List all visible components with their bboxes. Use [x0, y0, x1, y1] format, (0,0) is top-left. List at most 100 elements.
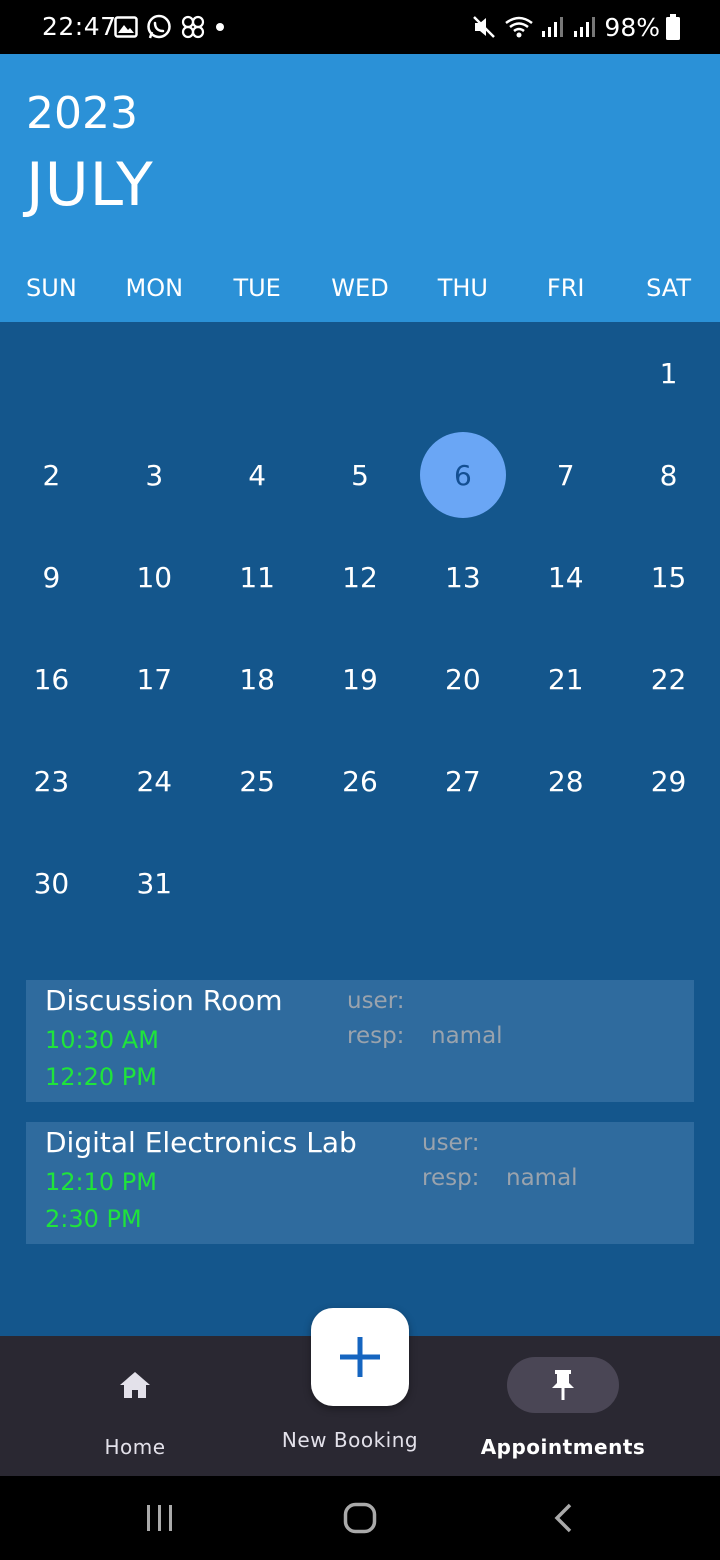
calendar-day[interactable]: 27 [411, 730, 514, 832]
nav-appointments-icon-wrap [507, 1357, 619, 1413]
mute-icon [473, 16, 496, 38]
calendar-day-number: 7 [556, 458, 575, 492]
appointment-title: Discussion Room [45, 984, 283, 1017]
calendar-day-number: 11 [239, 560, 275, 594]
calendar-day[interactable]: 12 [309, 526, 412, 628]
calendar-day[interactable]: 26 [309, 730, 412, 832]
calendar-day[interactable]: 28 [514, 730, 617, 832]
nav-home-icon-wrap [79, 1357, 191, 1413]
battery-percentage: 98% [604, 12, 660, 42]
appointment-resp-label: resp: [347, 1023, 405, 1049]
recents-icon [147, 1505, 172, 1531]
nav-home-label: Home [104, 1435, 166, 1459]
wifi-icon [505, 16, 534, 38]
appointment-resp-value: namal [431, 1023, 503, 1049]
calendar-day[interactable]: 9 [0, 526, 103, 628]
recents-button[interactable] [130, 1496, 190, 1540]
gallery-icon [114, 16, 138, 38]
calendar-day-number: 20 [445, 662, 481, 696]
appointment-user-label: user: [422, 1130, 480, 1156]
calendar-day[interactable]: 31 [103, 832, 206, 934]
whatsapp-icon [147, 14, 171, 39]
weekday-sat: SAT [646, 274, 692, 302]
calendar-day[interactable]: 7 [514, 424, 617, 526]
signal-icon [542, 17, 564, 37]
app-grid-icon [181, 15, 205, 39]
calendar-day-number: 30 [33, 866, 70, 900]
calendar-blank-cell [0, 322, 103, 424]
calendar-day-number: 28 [547, 764, 584, 798]
new-booking-button[interactable] [311, 1308, 409, 1406]
calendar-day[interactable]: 23 [0, 730, 103, 832]
calendar-day[interactable]: 15 [617, 526, 720, 628]
status-notification-icons [114, 12, 226, 42]
calendar-day[interactable]: 13 [411, 526, 514, 628]
calendar-header: 2023 JULY SUN MON TUE WED THU FRI SAT [0, 54, 720, 322]
calendar-day[interactable]: 29 [617, 730, 720, 832]
calendar-day-number: 9 [42, 560, 61, 594]
month-label: JULY [26, 150, 154, 220]
calendar-day[interactable]: 22 [617, 628, 720, 730]
back-button[interactable] [533, 1496, 593, 1540]
calendar-day-number: 19 [342, 662, 378, 696]
calendar-day-number: 14 [547, 560, 584, 594]
weekday-wed: WED [331, 274, 389, 302]
calendar-blank-cell [103, 322, 206, 424]
calendar-day-number: 15 [650, 560, 687, 594]
calendar-day-number: 25 [239, 764, 275, 798]
signal-icon-2 [574, 17, 596, 37]
year-label: 2023 [26, 88, 138, 139]
calendar-day-number: 13 [445, 560, 481, 594]
calendar-day[interactable]: 8 [617, 424, 720, 526]
battery-icon [666, 14, 680, 40]
calendar-day-number: 2 [42, 458, 61, 492]
calendar-day-number: 12 [342, 560, 378, 594]
calendar-day-number: 17 [136, 662, 173, 696]
calendar-day[interactable]: 5 [309, 424, 412, 526]
calendar-day[interactable]: 24 [103, 730, 206, 832]
calendar-day-number: 5 [351, 458, 369, 492]
plus-icon [340, 1337, 380, 1377]
calendar-day-number: 3 [145, 458, 164, 492]
calendar-day-number: 21 [547, 662, 584, 696]
calendar-day[interactable]: 16 [0, 628, 103, 730]
calendar-day-number: 23 [33, 764, 70, 798]
appointment-start-time: 12:10 PM [45, 1168, 157, 1196]
calendar-day-number: 1 [659, 356, 678, 390]
weekday-tue: TUE [233, 274, 281, 302]
appointment-card[interactable]: Discussion Room 10:30 AM 12:20 PM user: … [26, 980, 694, 1102]
calendar-day-number: 31 [136, 866, 173, 900]
calendar-day-number: 22 [650, 662, 687, 696]
weekday-mon: MON [125, 274, 184, 302]
weekday-fri: FRI [546, 274, 585, 302]
calendar-day[interactable]: 11 [206, 526, 309, 628]
appointment-title: Digital Electronics Lab [45, 1126, 357, 1159]
appointment-card[interactable]: Digital Electronics Lab 12:10 PM 2:30 PM… [26, 1122, 694, 1244]
weekday-thu: THU [437, 274, 488, 302]
calendar-day[interactable]: 20 [411, 628, 514, 730]
calendar-day[interactable]: 1 [617, 322, 720, 424]
nav-home[interactable]: Home [28, 1336, 242, 1476]
calendar-day[interactable]: 10 [103, 526, 206, 628]
calendar-day[interactable]: 14 [514, 526, 617, 628]
calendar-day-number: 27 [445, 764, 481, 798]
calendar-day[interactable]: 3 [103, 424, 206, 526]
appointment-end-time: 12:20 PM [45, 1063, 157, 1091]
calendar-day[interactable]: 19 [309, 628, 412, 730]
appointment-user-label: user: [347, 988, 405, 1014]
weekday-sun: SUN [26, 274, 77, 302]
days-grid: 1 2 3 4 5 6 7 8 9 10 11 12 13 14 15 16 17 18 19 20 21 22 23 24 2… [0, 322, 720, 934]
calendar-day-selected[interactable]: 6 [411, 424, 514, 526]
calendar-day[interactable]: 21 [514, 628, 617, 730]
home-icon [120, 1372, 150, 1398]
calendar-day[interactable]: 18 [206, 628, 309, 730]
nav-appointments[interactable]: Appointments [456, 1336, 670, 1476]
calendar-day[interactable]: 2 [0, 424, 103, 526]
calendar-day[interactable]: 4 [206, 424, 309, 526]
nav-appointments-label: Appointments [480, 1435, 646, 1459]
calendar-day[interactable]: 25 [206, 730, 309, 832]
home-system-button[interactable] [330, 1496, 390, 1540]
calendar-day[interactable]: 30 [0, 832, 103, 934]
calendar-day[interactable]: 17 [103, 628, 206, 730]
status-time: 22:47 [42, 12, 117, 41]
